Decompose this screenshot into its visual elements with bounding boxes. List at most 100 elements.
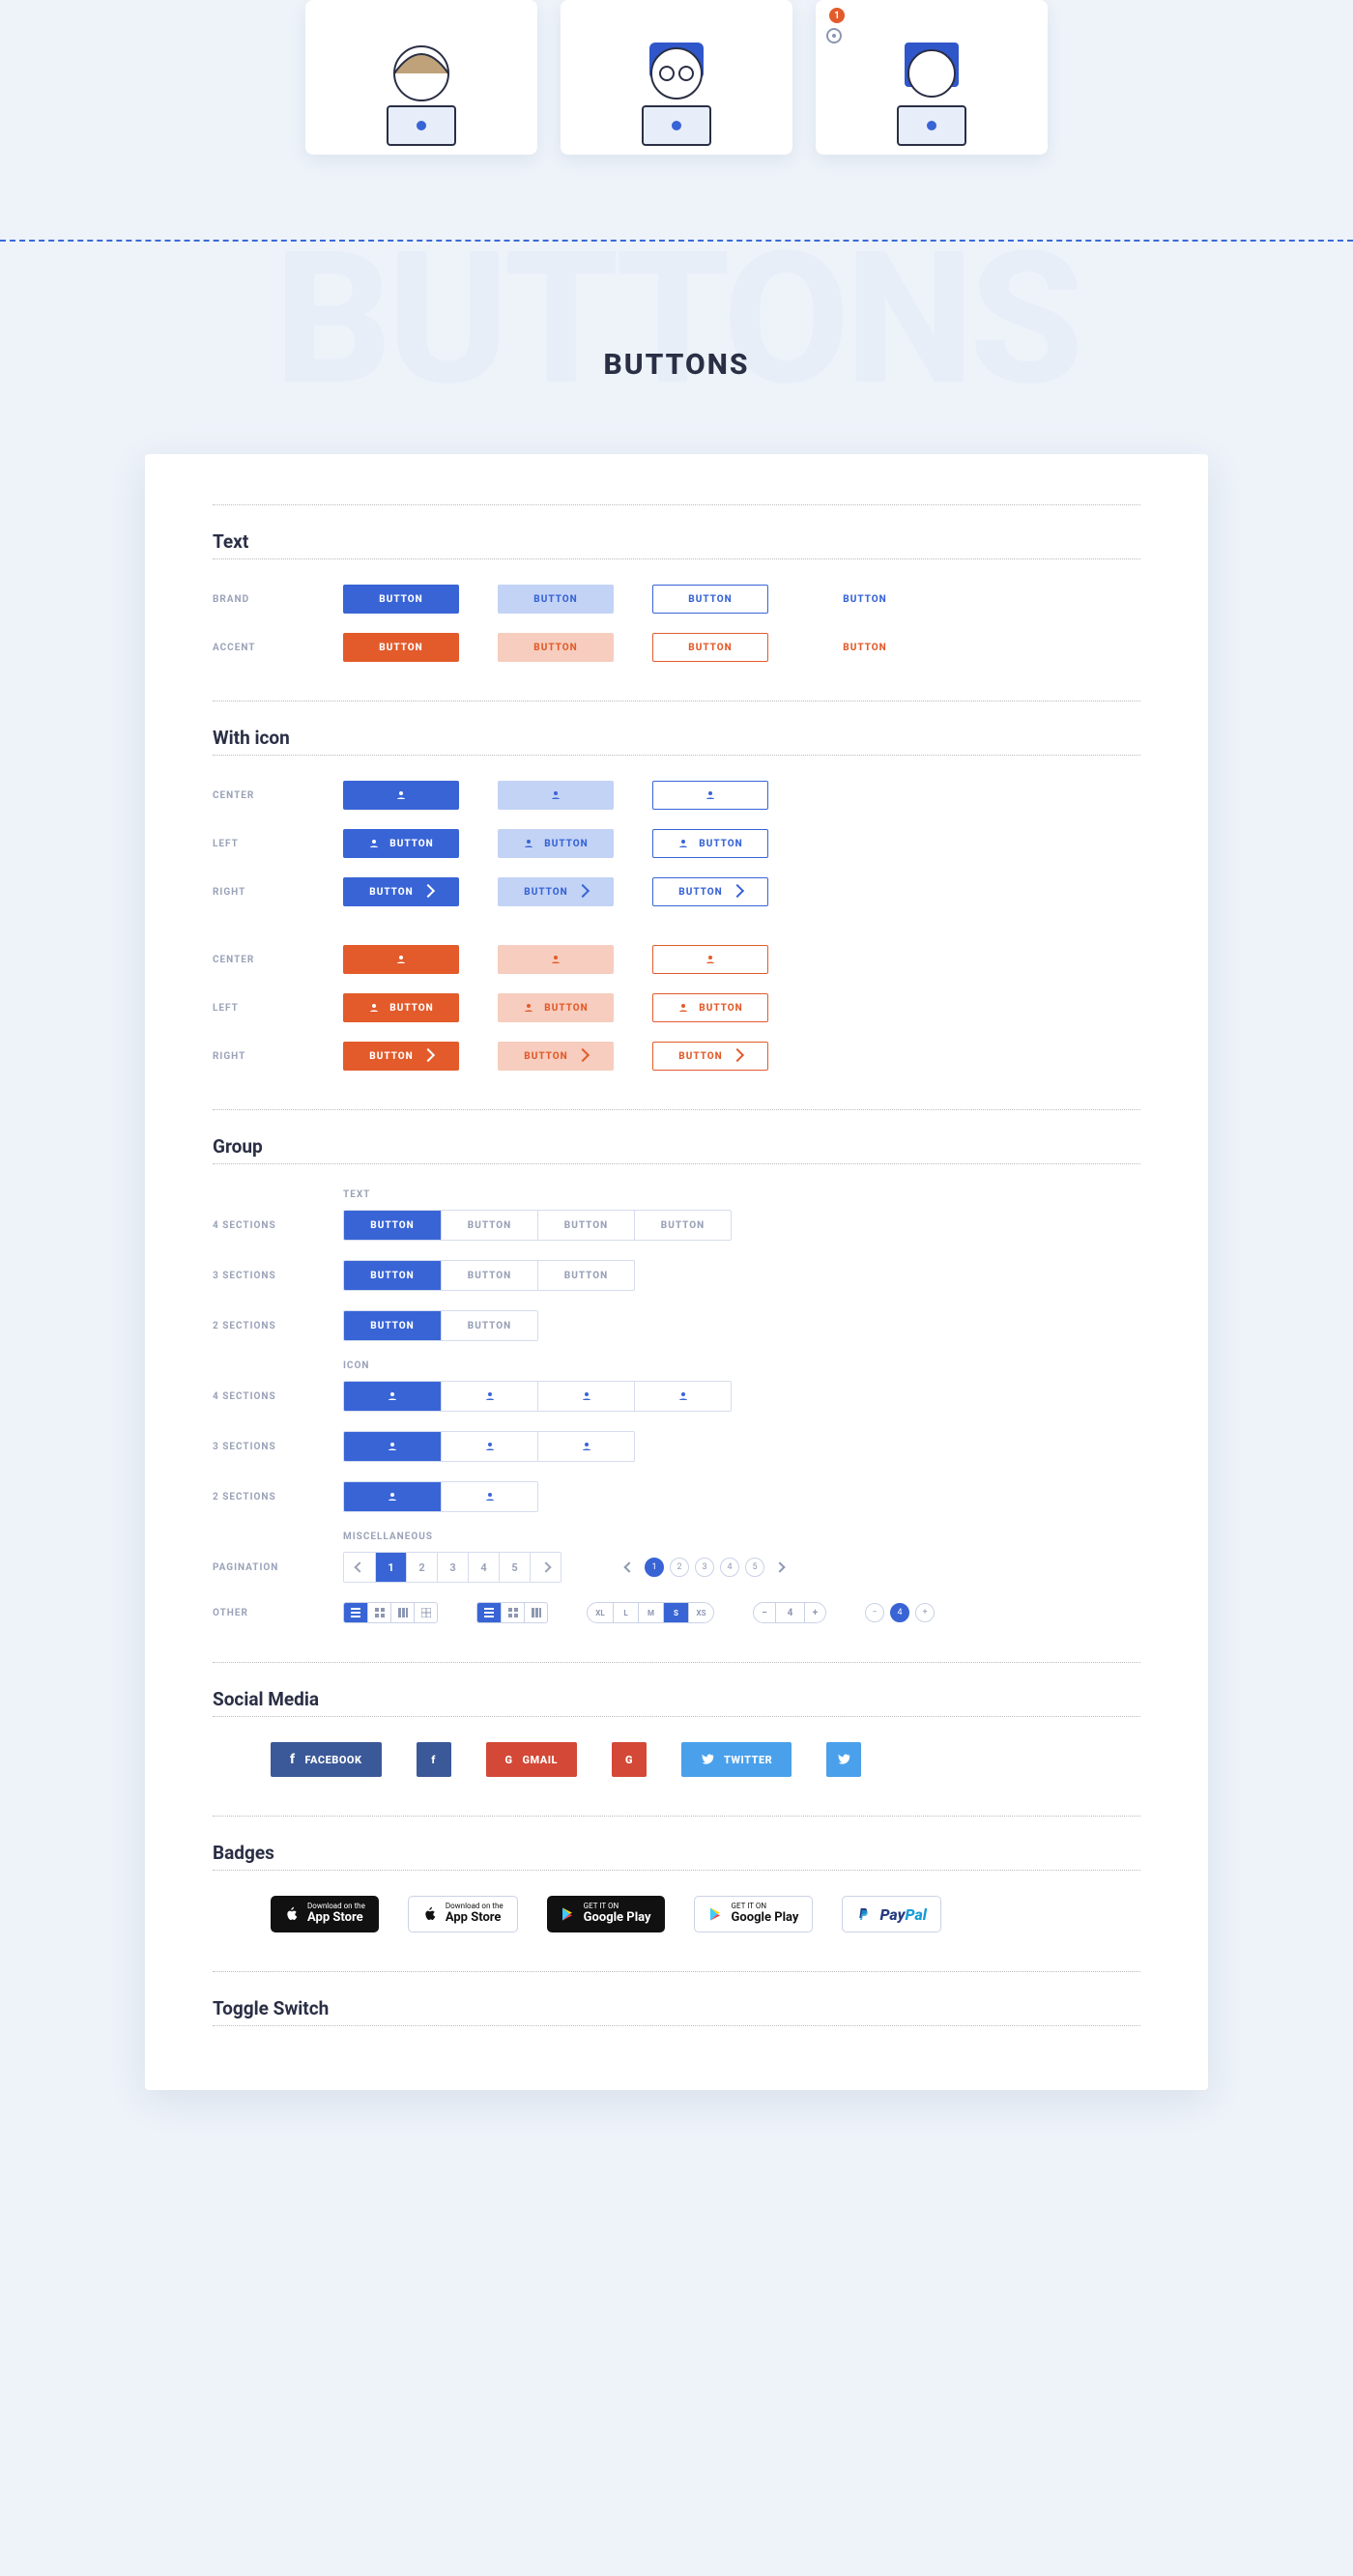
- person-icon: [550, 954, 561, 965]
- twitter-label: TWITTER: [724, 1754, 772, 1766]
- view-cols[interactable]: [524, 1603, 547, 1622]
- button-icon-right-tint-accent[interactable]: BUTTON: [498, 1042, 614, 1071]
- pag-next[interactable]: [530, 1553, 561, 1582]
- button-icon-left-outline-brand[interactable]: BUTTON: [652, 829, 768, 858]
- gmail-button[interactable]: G GMAIL: [486, 1742, 577, 1777]
- avatar-card-1[interactable]: [305, 0, 537, 155]
- button-icon-center-tint-accent[interactable]: [498, 945, 614, 974]
- button-brand-tint[interactable]: BUTTON: [498, 585, 614, 614]
- button-brand-text[interactable]: BUTTON: [807, 585, 923, 614]
- button-icon-left-solid-accent[interactable]: BUTTON: [343, 993, 459, 1022]
- pag-1[interactable]: 1: [375, 1553, 406, 1582]
- button-brand-solid[interactable]: BUTTON: [343, 585, 459, 614]
- pag-round-2[interactable]: 2: [670, 1558, 689, 1577]
- button-icon-left-tint-brand[interactable]: BUTTON: [498, 829, 614, 858]
- twitter-button[interactable]: TWITTER: [681, 1742, 792, 1777]
- button-icon-right-outline-accent[interactable]: BUTTON: [652, 1042, 768, 1071]
- button-icon-right-solid-brand[interactable]: BUTTON: [343, 877, 459, 906]
- view-grid[interactable]: [501, 1603, 524, 1622]
- size-s[interactable]: S: [663, 1603, 688, 1622]
- googleplay-badge-light[interactable]: GET IT ONGoogle Play: [694, 1896, 814, 1932]
- group-seg-2[interactable]: [441, 1432, 537, 1461]
- pag-round-prev[interactable]: [619, 1558, 639, 1577]
- button-icon-center-tint-brand[interactable]: [498, 781, 614, 810]
- size-m[interactable]: M: [638, 1603, 663, 1622]
- group-seg-4[interactable]: [634, 1382, 731, 1411]
- button-icon-right-outline-brand[interactable]: BUTTON: [652, 877, 768, 906]
- row-label-accent: ACCENT: [213, 643, 304, 653]
- stepper-plus[interactable]: +: [804, 1603, 825, 1622]
- googleplay-badge-dark[interactable]: GET IT ONGoogle Play: [547, 1896, 665, 1932]
- pag-3[interactable]: 3: [437, 1553, 468, 1582]
- grid-icon: [508, 1608, 518, 1617]
- group-seg-2[interactable]: BUTTON: [441, 1311, 537, 1340]
- group-seg-3[interactable]: BUTTON: [537, 1261, 634, 1290]
- button-accent-text[interactable]: BUTTON: [807, 633, 923, 662]
- group-seg-2[interactable]: [441, 1382, 537, 1411]
- dotted-rule: [213, 2025, 1140, 2026]
- button-label: BUTTON: [678, 1051, 722, 1062]
- group-seg-1[interactable]: [344, 1382, 441, 1411]
- group-seg-2[interactable]: [441, 1482, 537, 1511]
- button-icon-right-solid-accent[interactable]: BUTTON: [343, 1042, 459, 1071]
- appstore-badge-light[interactable]: Download on theApp Store: [408, 1896, 518, 1932]
- pag-prev[interactable]: [344, 1553, 375, 1582]
- button-icon-center-solid-brand[interactable]: [343, 781, 459, 810]
- group-seg-1[interactable]: [344, 1432, 441, 1461]
- avatar-card-3[interactable]: 1: [816, 0, 1048, 155]
- view-table[interactable]: [414, 1603, 437, 1622]
- button-accent-solid[interactable]: BUTTON: [343, 633, 459, 662]
- pag-round-next[interactable]: [770, 1558, 790, 1577]
- row-label-left: LEFT: [213, 1003, 304, 1014]
- group-seg-3[interactable]: [537, 1432, 634, 1461]
- pag-round-3[interactable]: 3: [695, 1558, 714, 1577]
- pag-2[interactable]: 2: [406, 1553, 437, 1582]
- button-icon-left-tint-accent[interactable]: BUTTON: [498, 993, 614, 1022]
- button-accent-outline[interactable]: BUTTON: [652, 633, 768, 662]
- pag-4[interactable]: 4: [468, 1553, 499, 1582]
- dotted-rule: [213, 1816, 1140, 1817]
- pag-round-4[interactable]: 4: [720, 1558, 739, 1577]
- group-seg-1[interactable]: BUTTON: [344, 1311, 441, 1340]
- button-icon-center-outline-brand[interactable]: [652, 781, 768, 810]
- facebook-button[interactable]: f FACEBOOK: [271, 1742, 382, 1777]
- pag-round-5[interactable]: 5: [745, 1558, 764, 1577]
- size-xl[interactable]: XL: [588, 1603, 613, 1622]
- dotted-rule: [213, 1716, 1140, 1717]
- stepper-minus[interactable]: −: [754, 1603, 775, 1622]
- round-minus[interactable]: −: [865, 1603, 884, 1622]
- gmail-square-button[interactable]: G: [612, 1742, 647, 1777]
- button-icon-center-outline-accent[interactable]: [652, 945, 768, 974]
- facebook-square-button[interactable]: f: [417, 1742, 451, 1777]
- view-list[interactable]: [477, 1603, 501, 1622]
- button-icon-center-solid-accent[interactable]: [343, 945, 459, 974]
- group-seg-1[interactable]: BUTTON: [344, 1211, 441, 1240]
- chevron-left-icon: [354, 1561, 364, 1572]
- twitter-square-button[interactable]: [826, 1742, 861, 1777]
- group-seg-2[interactable]: BUTTON: [441, 1261, 537, 1290]
- pag-round-1[interactable]: 1: [645, 1558, 664, 1577]
- paypal-badge[interactable]: PayPal: [842, 1896, 941, 1932]
- button-accent-tint[interactable]: BUTTON: [498, 633, 614, 662]
- group-seg-3[interactable]: [537, 1382, 634, 1411]
- group-seg-1[interactable]: [344, 1482, 441, 1511]
- button-label: BUTTON: [524, 887, 567, 898]
- group-seg-3[interactable]: BUTTON: [537, 1211, 634, 1240]
- pagination-square: 1 2 3 4 5: [343, 1552, 561, 1583]
- group-seg-1[interactable]: BUTTON: [344, 1261, 441, 1290]
- appstore-badge-dark[interactable]: Download on theApp Store: [271, 1896, 379, 1932]
- view-cols[interactable]: [390, 1603, 414, 1622]
- size-xs[interactable]: XS: [688, 1603, 713, 1622]
- button-icon-right-tint-brand[interactable]: BUTTON: [498, 877, 614, 906]
- button-icon-left-outline-accent[interactable]: BUTTON: [652, 993, 768, 1022]
- button-brand-outline[interactable]: BUTTON: [652, 585, 768, 614]
- size-l[interactable]: L: [613, 1603, 638, 1622]
- pag-5[interactable]: 5: [499, 1553, 530, 1582]
- view-list[interactable]: [344, 1603, 367, 1622]
- view-grid[interactable]: [367, 1603, 390, 1622]
- avatar-card-2[interactable]: [561, 0, 792, 155]
- group-seg-4[interactable]: BUTTON: [634, 1211, 731, 1240]
- group-seg-2[interactable]: BUTTON: [441, 1211, 537, 1240]
- button-icon-left-solid-brand[interactable]: BUTTON: [343, 829, 459, 858]
- round-plus[interactable]: +: [915, 1603, 935, 1622]
